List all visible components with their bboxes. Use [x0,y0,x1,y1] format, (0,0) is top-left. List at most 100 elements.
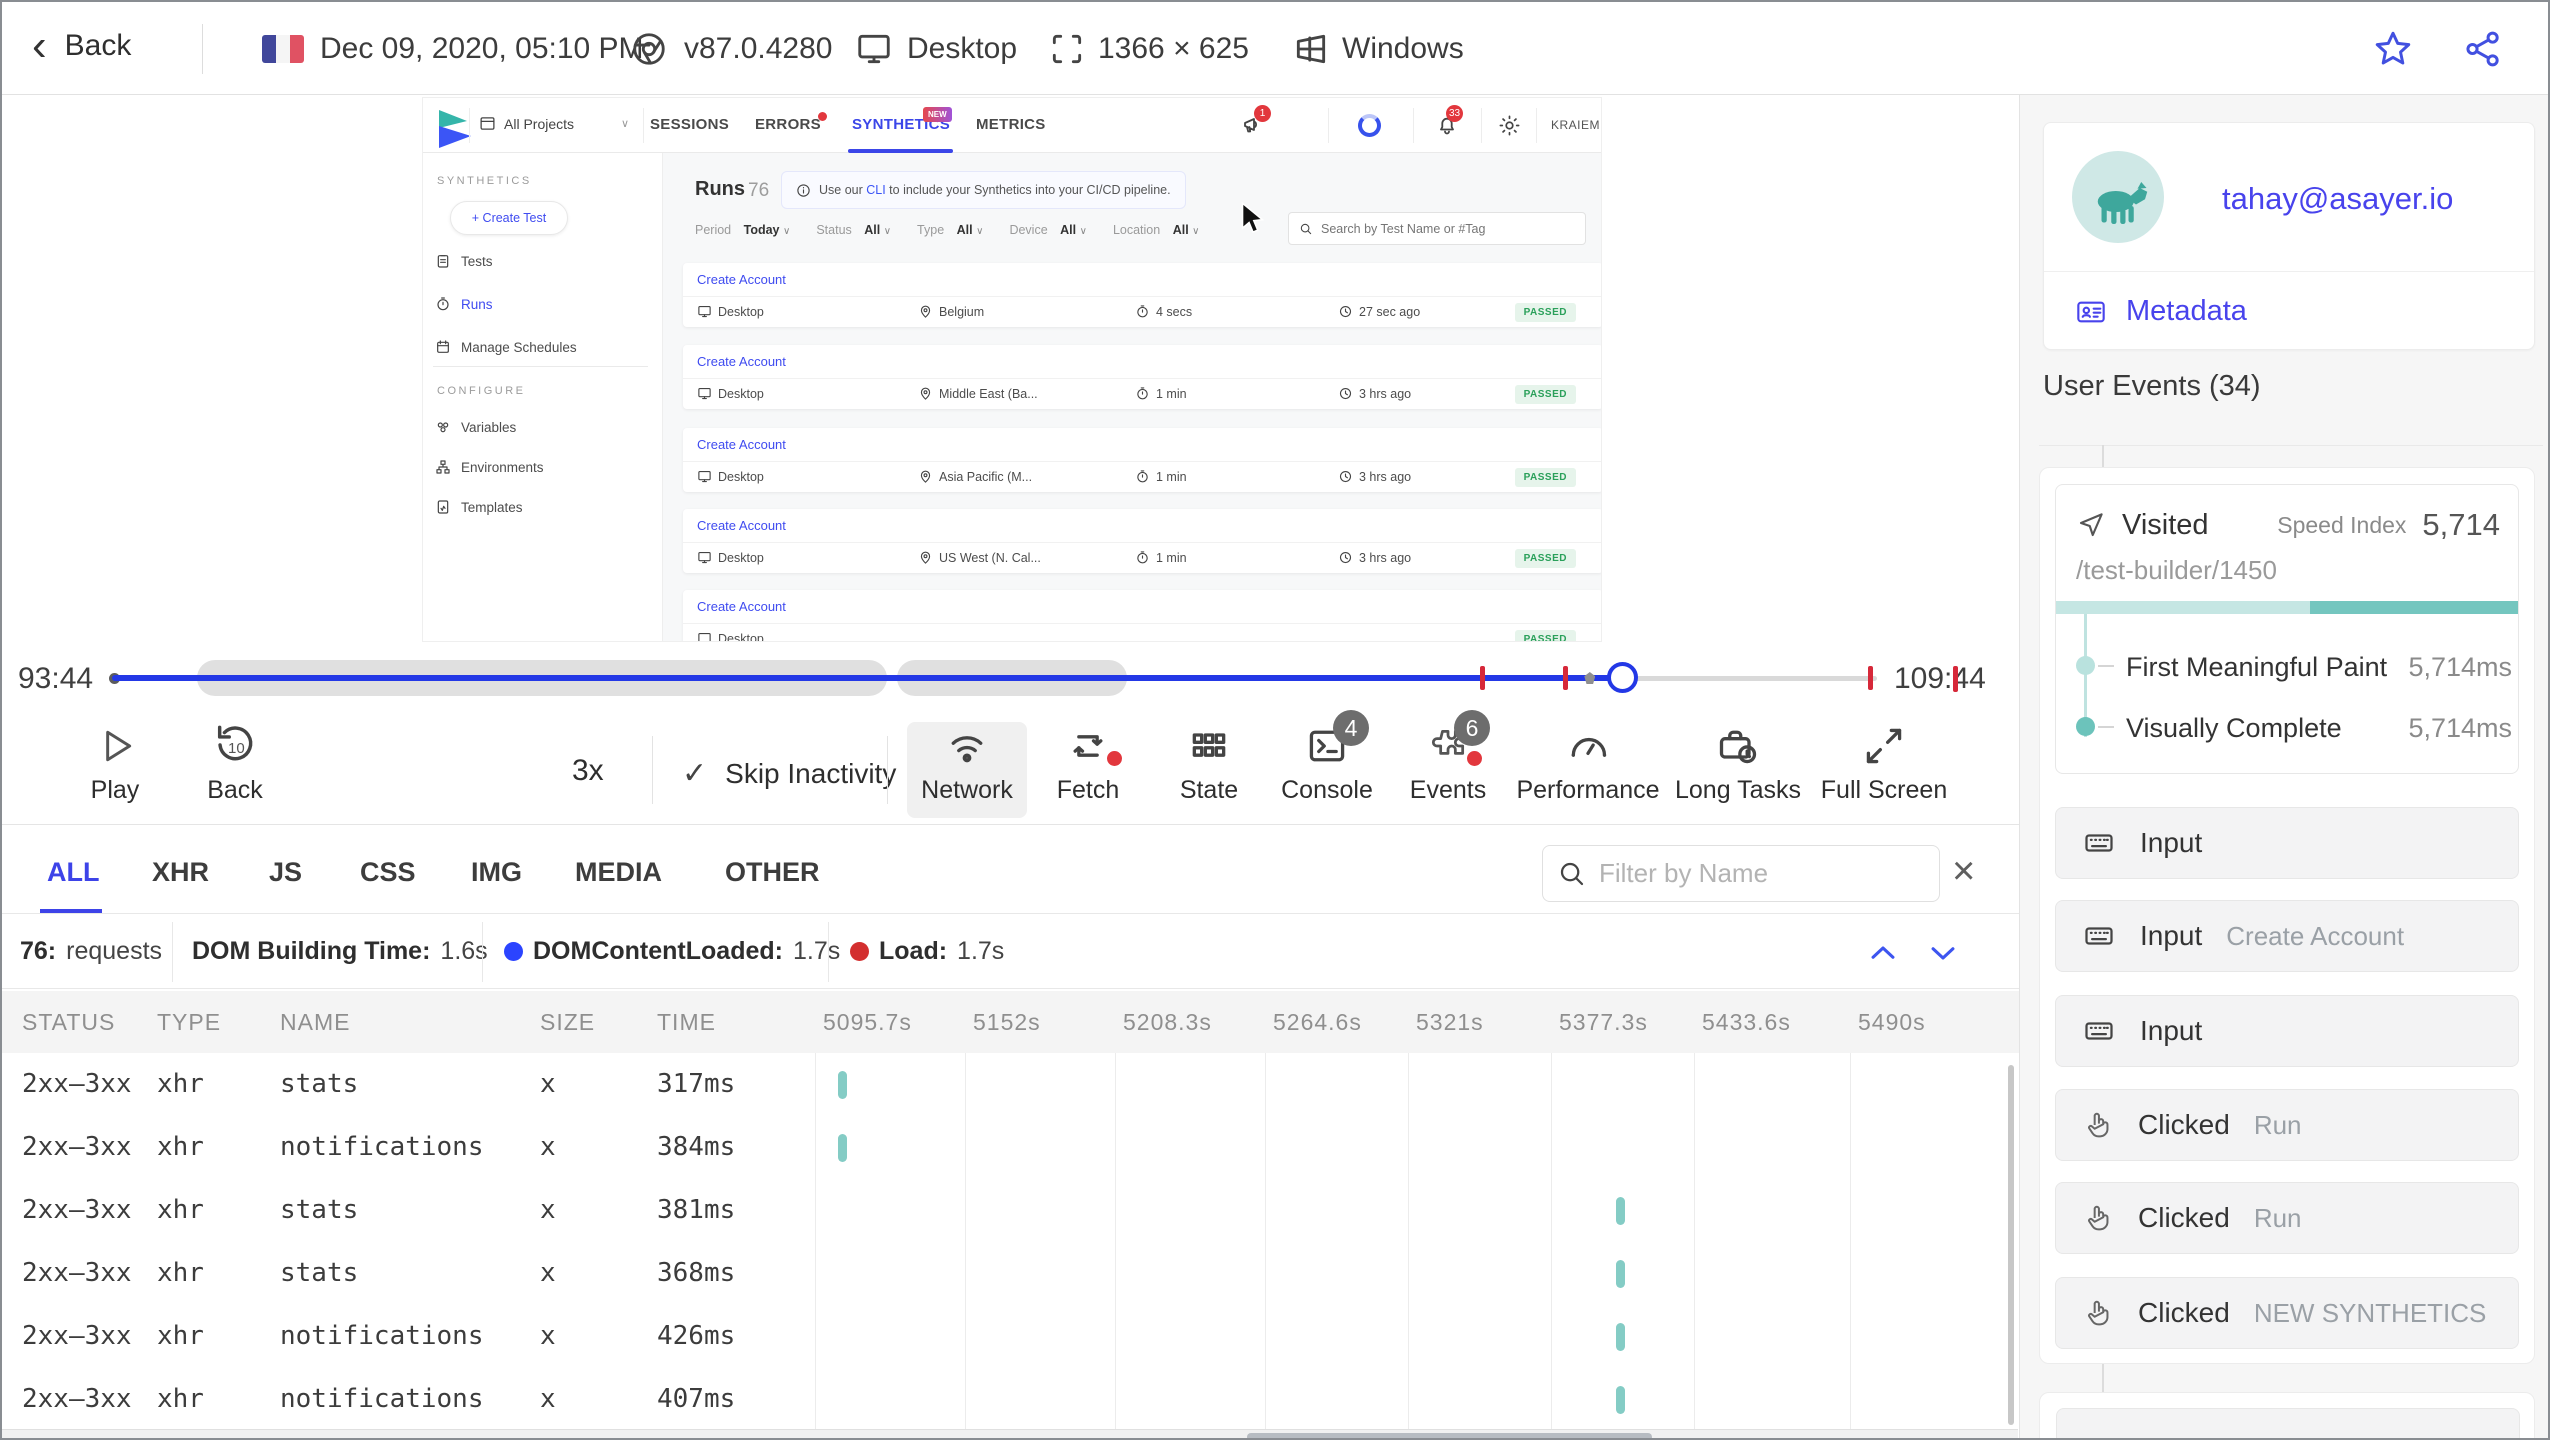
notifications-bell-icon[interactable]: 33 [1435,105,1464,137]
info-icon [797,183,810,197]
run-title-link[interactable]: Create Account [697,437,786,452]
tab-errors[interactable]: ERRORS [755,116,821,133]
visited-event-card[interactable]: Visited Speed Index 5,714 /test-builder/… [2055,484,2519,774]
user-email-link[interactable]: tahay@asayer.io [2222,181,2453,217]
cli-link[interactable]: CLI [866,183,885,197]
share-icon[interactable] [2462,28,2504,70]
timeline-playhead[interactable] [1606,662,1638,693]
settings-gear-icon[interactable] [1498,114,1521,137]
duration-icon [1137,470,1148,483]
filter-status[interactable]: Status All ∨ [816,223,891,237]
filter-period[interactable]: Period Today ∨ [695,223,790,237]
vertical-scrollbar-thumb[interactable] [2008,1065,2014,1425]
tab-media[interactable]: MEDIA [575,857,662,888]
announcements-icon[interactable]: 1 [1241,105,1271,137]
page-load-bar [2056,601,2518,614]
sidebar-item-tests[interactable]: Tests [435,253,493,269]
user-menu[interactable]: KRAIEM [1551,118,1600,132]
network-row[interactable]: 2xx–3xx xhr notifications x 384ms [2,1116,2018,1179]
event-connector [2102,445,2104,468]
sidebar-item-manage-schedules[interactable]: Manage Schedules [435,339,577,355]
user-card: tahay@asayer.io Metadata [2043,122,2535,350]
tab-other[interactable]: OTHER [725,857,820,888]
event-item-clicked[interactable]: Clicked Run [2055,1089,2519,1161]
network-row[interactable]: 2xx–3xx xhr notifications x 426ms [2,1305,2018,1368]
network-row[interactable]: 2xx–3xx xhr stats x 381ms [2,1179,2018,1242]
run-card[interactable]: Create Account Desktop US West (N. Cal..… [683,509,1601,573]
run-card[interactable]: Create Account Desktop PASSED [683,590,1601,641]
os-name: Windows [1342,32,1464,65]
network-panel-button[interactable]: Network [907,722,1027,818]
tab-css[interactable]: CSS [360,857,416,888]
back-button[interactable]: ‹ Back [32,24,131,68]
horizontal-scrollbar[interactable] [2,1429,2018,1438]
long-tasks-icon [1719,730,1757,764]
jump-down-icon[interactable] [1924,936,1962,970]
run-title-link[interactable]: Create Account [697,354,786,369]
chevron-down-icon: ∨ [1079,226,1087,237]
tab-metrics[interactable]: METRICS [976,116,1046,133]
run-card[interactable]: Create Account Desktop Asia Pacific (M..… [683,428,1601,492]
filter-type[interactable]: Type All ∨ [917,223,983,237]
run-title-link[interactable]: Create Account [697,272,786,287]
tab-all[interactable]: ALL [47,857,99,888]
gauge-icon [1571,738,1607,757]
event-item-input[interactable]: Input [2055,807,2519,879]
sidebar-item-templates[interactable]: Templates [435,499,523,515]
clock-icon [1339,305,1352,318]
tab-img[interactable]: IMG [471,857,522,888]
metadata-button[interactable]: Metadata [2072,295,2247,328]
tab-xhr[interactable]: XHR [152,857,209,888]
waterfall-bar [1616,1197,1625,1225]
runs-search-input[interactable] [1321,221,1571,236]
run-card[interactable]: Create Account Desktop Middle East (Ba..… [683,345,1601,409]
performance-panel-button[interactable]: Performance [1516,722,1660,818]
clock-icon [1339,387,1352,400]
metric-row: First Meaningful Paint 5,714ms [2056,650,2518,690]
network-row[interactable]: 2xx–3xx xhr notifications x 407ms [2,1368,2018,1431]
close-panel-icon[interactable]: × [1952,851,1975,891]
tab-js[interactable]: JS [269,857,302,888]
hand-pointer-icon [2088,1205,2109,1231]
chevron-down-icon: ∨ [976,226,984,237]
events-panel-button[interactable]: 6 Events [1388,710,1508,818]
event-item-clicked[interactable]: Clicked NEW SYNTHETICS [2055,1277,2519,1349]
create-test-button[interactable]: + Create Test [450,201,568,235]
sidebar-item-environments[interactable]: Environments [435,459,544,475]
back-10s-button[interactable]: 10 Back [175,722,295,818]
tab-sessions[interactable]: SESSIONS [650,116,729,133]
event-item-input[interactable]: Input Create Account [2055,900,2519,972]
filter-location[interactable]: Location All ∨ [1113,223,1200,237]
state-panel-button[interactable]: State [1149,722,1269,818]
skip-inactivity-toggle[interactable]: ✓ Skip Inactivity [682,756,896,791]
session-replay-screen: ‹ Back Dec 09, 2020, 05:10 PM v87.0.4280… [0,0,2550,1440]
network-row[interactable]: 2xx–3xx xhr stats x 317ms [2,1053,2018,1116]
console-panel-button[interactable]: 4 Console [1267,710,1387,818]
sidebar-item-runs[interactable]: Runs [435,296,493,312]
id-card-icon [2077,301,2105,322]
favorite-star-icon[interactable] [2372,28,2414,70]
full-screen-icon [1866,728,1902,764]
jump-up-icon[interactable] [1864,936,1902,970]
network-panel: ALL XHR JS CSS IMG MEDIA OTHER × 76:requ… [2,824,2019,1438]
scrollbar-thumb[interactable] [1247,1433,1652,1438]
filter-by-name-input[interactable] [1599,858,1899,889]
play-button[interactable]: Play [55,722,175,818]
run-title-link[interactable]: Create Account [697,599,786,614]
run-title-link[interactable]: Create Account [697,518,786,533]
timeline-track[interactable] [109,660,1877,696]
fetch-panel-button[interactable]: Fetch [1028,722,1148,818]
waterfall-bar [1616,1323,1625,1351]
network-row[interactable]: 2xx–3xx xhr stats x 368ms [2,1242,2018,1305]
event-item-clicked[interactable]: Clicked Run [2055,1182,2519,1254]
project-selector[interactable]: All Projects ∨ [479,115,629,132]
navigation-icon [2079,513,2103,537]
recorded-app-screen: All Projects ∨ SESSIONS ERRORS SYNTHETIC… [422,97,1602,642]
long-tasks-panel-button[interactable]: Long Tasks [1675,722,1801,818]
sidebar-item-variables[interactable]: Variables [435,419,516,435]
speed-toggle[interactable]: 3x [572,754,604,788]
full-screen-button[interactable]: Full Screen [1821,722,1947,818]
event-item-input[interactable]: Input [2055,995,2519,1067]
filter-device[interactable]: Device All ∨ [1009,223,1087,237]
run-card[interactable]: Create Account Desktop Belgium 4 secs 27… [683,263,1601,327]
